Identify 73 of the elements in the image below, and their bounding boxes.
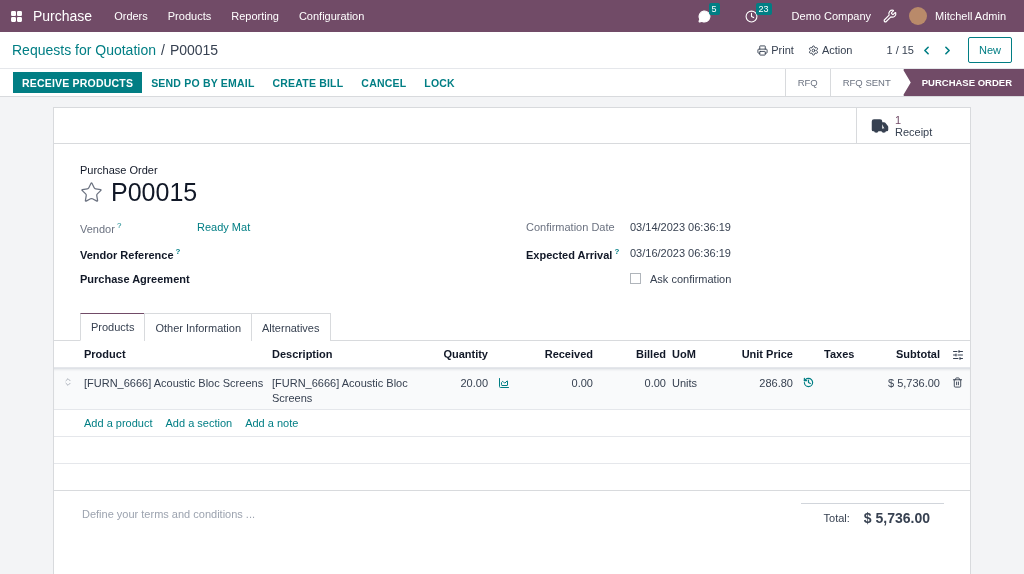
badge: 5 <box>708 2 720 15</box>
gear-icon <box>807 44 819 56</box>
header-button[interactable]: CREATE BILL <box>263 72 353 93</box>
table-cell-text: [FURN_6666] Acoustic Bloc Screens <box>271 376 409 406</box>
table-cell-text: 0.00 <box>570 376 594 391</box>
tab[interactable]: Products <box>80 313 146 341</box>
checkbox-label: Ask confirmation <box>650 273 732 285</box>
chat-icon[interactable] <box>697 9 711 23</box>
app-name[interactable]: Purchase <box>33 8 93 24</box>
menu-item[interactable]: Reporting <box>223 10 287 22</box>
column-header: Billed <box>635 348 667 360</box>
column-header: Received <box>543 348 594 360</box>
checkbox[interactable] <box>630 273 641 284</box>
record-type: Purchase Order <box>80 164 159 176</box>
header-button[interactable]: RECEIVE PRODUCTS <box>13 72 143 93</box>
tools-icon[interactable] <box>883 9 898 23</box>
field-value: 03/16/2023 06:36:19 <box>630 247 731 259</box>
new-button[interactable]: New <box>968 37 1012 63</box>
column-header: Taxes <box>823 348 856 360</box>
header-button[interactable]: CANCEL <box>352 72 416 93</box>
total-label: Total: <box>823 512 850 524</box>
table-cell-text: $ 5,736.00 <box>887 376 941 391</box>
field-label: Expected Arrival $^{?}$ <box>526 247 621 261</box>
table-cell-text: 0.00 <box>643 376 667 391</box>
status-stage[interactable]: PURCHASE ORDER <box>902 69 1024 96</box>
chart-icon[interactable] <box>497 377 510 389</box>
column-header: Quantity <box>442 348 489 360</box>
field-label: Purchase Agreement <box>80 273 191 285</box>
badge: 23 <box>755 2 772 15</box>
history-icon[interactable] <box>803 377 814 388</box>
delete-icon[interactable] <box>952 377 963 388</box>
field-value[interactable]: Ready Mat <box>197 221 251 233</box>
column-settings-icon[interactable] <box>951 348 964 361</box>
column-header: UoM <box>671 348 697 360</box>
pager-value: 1 / 15 <box>886 44 914 56</box>
apps-menu-icon[interactable] <box>10 9 23 23</box>
add-line-link[interactable]: Add a note <box>245 417 299 429</box>
avatar[interactable] <box>909 7 928 25</box>
star-icon[interactable] <box>80 181 103 204</box>
field-label: Vendor Reference $^{?}$ <box>80 247 182 261</box>
truck-icon <box>871 116 889 135</box>
menu-item[interactable]: Products <box>159 10 220 22</box>
breadcrumb-current: P00015 <box>169 42 219 58</box>
header-button[interactable]: LOCK <box>415 72 464 93</box>
column-header: Subtotal <box>895 348 941 360</box>
field-value: 03/14/2023 06:36:19 <box>630 221 731 233</box>
table-cell-text: Units <box>671 376 699 391</box>
table-cell-text: 20.00 <box>459 376 489 391</box>
menu-item[interactable]: Orders <box>106 10 156 22</box>
add-line-link[interactable]: Add a product <box>84 417 153 429</box>
table-cell-text: 286.80 <box>758 376 794 391</box>
total-amount: $ 5,736.00 <box>863 510 930 526</box>
tab[interactable]: Alternatives <box>251 313 331 341</box>
company-switcher[interactable]: Demo Company <box>783 10 880 22</box>
tab[interactable]: Other Information <box>144 313 252 341</box>
breadcrumb-separator: / <box>161 42 165 58</box>
menu-item[interactable]: Configuration <box>290 10 373 22</box>
print-icon <box>757 44 769 56</box>
record-title: P00015 <box>111 178 198 207</box>
drag-handle-icon[interactable] <box>62 377 73 387</box>
header-button[interactable]: SEND PO BY EMAIL <box>142 72 264 93</box>
table-cell-text: [FURN_6666] Acoustic Bloc Screens <box>83 376 265 391</box>
column-header: Unit Price <box>740 348 794 360</box>
column-header: Product <box>83 348 127 360</box>
user-menu[interactable]: Mitchell Admin <box>935 10 1014 22</box>
clock-icon[interactable] <box>744 9 758 23</box>
field-label: Confirmation Date <box>526 221 616 233</box>
action-button[interactable]: Action <box>807 44 853 56</box>
print-button[interactable]: Print <box>757 44 794 56</box>
field-label: Vendor $^{?}$ <box>80 221 123 235</box>
breadcrumb-link[interactable]: Requests for Quotation <box>12 42 156 58</box>
add-line-link[interactable]: Add a section <box>165 417 233 429</box>
column-header: Description <box>271 348 334 360</box>
